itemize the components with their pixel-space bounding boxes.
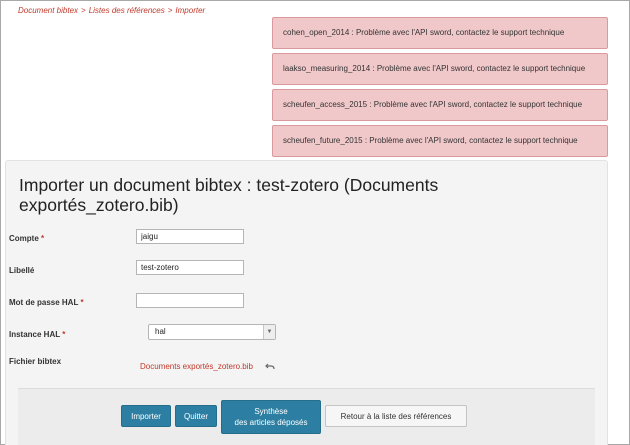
instance-selected-value: hal — [155, 327, 166, 336]
error-alert: scheufen_access_2015 : Problème avec l'A… — [272, 89, 608, 121]
breadcrumb-listes-references[interactable]: Listes des références — [89, 6, 165, 15]
password-input[interactable] — [136, 293, 244, 308]
retour-liste-button[interactable]: Retour à la liste des références — [325, 405, 467, 427]
breadcrumb-importer: Importer — [175, 6, 206, 15]
error-alert: cohen_open_2014 : Problème avec l'API sw… — [272, 17, 608, 49]
instance-label: Instance HAL * — [9, 330, 66, 339]
bibtex-file-link[interactable]: Documents exportés_zotero.bib — [140, 362, 253, 371]
fichier-label: Fichier bibtex — [9, 357, 62, 366]
breadcrumb: Document bibtex > Listes des références > Im… — [18, 6, 205, 15]
synthese-button[interactable]: Synthèse des articles déposés — [221, 400, 321, 434]
import-panel: Importer un document bibtex : test-zoter… — [5, 160, 608, 445]
synthese-button-line1: Synthèse — [254, 407, 288, 416]
error-alert: scheufen_future_2015 : Problème avec l'A… — [272, 125, 608, 157]
error-alert: laakso_measuring_2014 : Problème avec l'… — [272, 53, 608, 85]
compte-input[interactable] — [136, 229, 244, 244]
page-title: Importer un document bibtex : test-zoter… — [19, 175, 439, 215]
form-actions: Importer Quitter Synthèse des articles d… — [18, 388, 595, 445]
compte-label: Compte * — [9, 234, 45, 243]
synthese-button-line2: des articles déposés — [234, 418, 308, 427]
libelle-input[interactable] — [136, 260, 244, 275]
required-marker: * — [80, 298, 84, 307]
breadcrumb-separator: > — [167, 6, 173, 15]
breadcrumb-document-bibtex[interactable]: Document bibtex — [18, 6, 78, 15]
quitter-button[interactable]: Quitter — [175, 405, 217, 427]
chevron-down-icon[interactable]: ▼ — [263, 325, 275, 339]
error-alerts: cohen_open_2014 : Problème avec l'API sw… — [272, 17, 608, 161]
libelle-label: Libellé — [9, 266, 35, 275]
password-label: Mot de passe HAL * — [9, 298, 84, 307]
breadcrumb-separator: > — [81, 6, 86, 15]
required-marker: * — [41, 234, 45, 243]
instance-select[interactable]: hal ▼ — [148, 324, 276, 340]
importer-button[interactable]: Importer — [121, 405, 171, 427]
required-marker: * — [62, 330, 66, 339]
undo-icon[interactable] — [265, 361, 275, 371]
